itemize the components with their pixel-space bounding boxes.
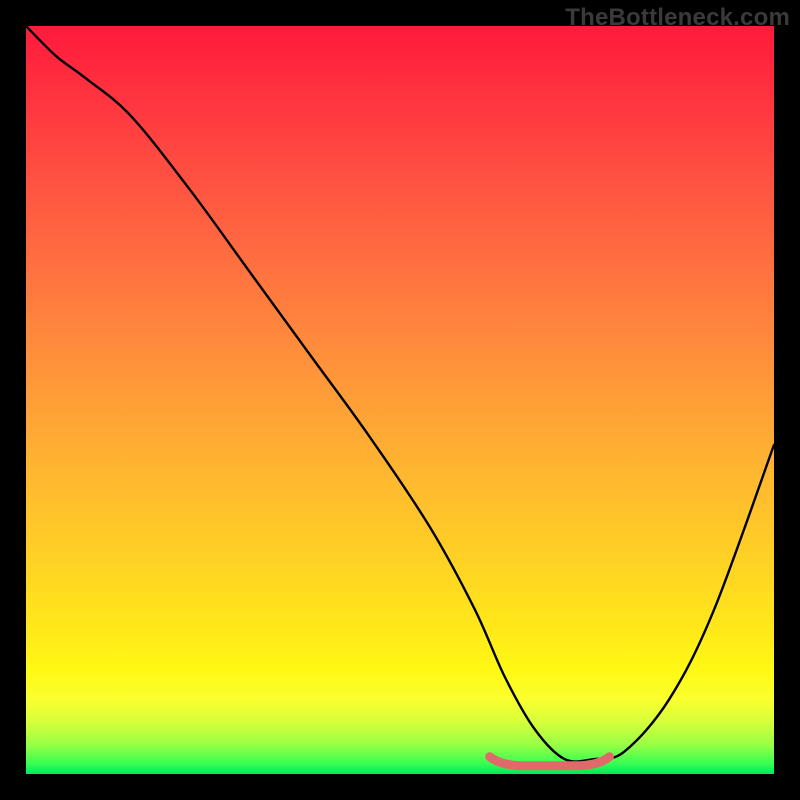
chart-frame: TheBottleneck.com <box>0 0 800 800</box>
bottleneck-curve <box>26 26 774 762</box>
chart-svg <box>26 26 774 774</box>
optimal-range-marker <box>490 757 610 766</box>
chart-plot-area <box>26 26 774 774</box>
watermark-text: TheBottleneck.com <box>565 4 790 32</box>
